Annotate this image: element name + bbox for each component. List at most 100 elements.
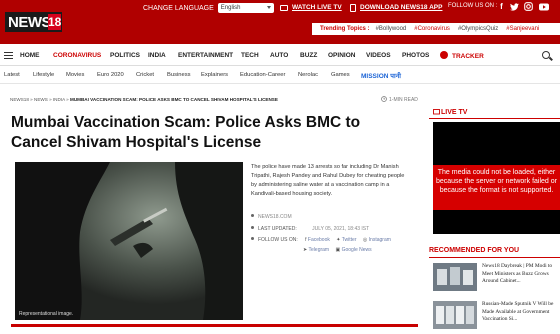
news18-logo[interactable]: NEWS 18 bbox=[5, 12, 62, 32]
live-tv-underline bbox=[429, 118, 560, 119]
bullet-icon bbox=[251, 237, 254, 240]
instagram-icon[interactable] bbox=[523, 1, 534, 12]
facebook-icon: f bbox=[305, 237, 307, 243]
last-updated-label: LAST UPDATED: bbox=[258, 226, 297, 232]
tracker-icon bbox=[440, 51, 448, 59]
subnav-item[interactable]: Business bbox=[167, 72, 191, 78]
recommended-title: News18 Daybreak | PM Modi to Meet Minist… bbox=[482, 263, 553, 284]
nav-item-photos[interactable]: PHOTOS bbox=[402, 52, 429, 59]
change-language-label: CHANGE LANGUAGE bbox=[143, 4, 214, 12]
share-telegram-link[interactable]: Telegram bbox=[309, 247, 330, 253]
share-twitter-link[interactable]: Twitter bbox=[342, 237, 357, 243]
share-instagram-link[interactable]: Instagram bbox=[369, 237, 391, 243]
youtube-icon[interactable] bbox=[538, 1, 549, 12]
download-app-button[interactable]: DOWNLOAD NEWS18 APP bbox=[350, 3, 442, 12]
nav-item-opinion[interactable]: OPINION bbox=[328, 52, 355, 59]
sub-nav: Latest Lifestyle Movies Euro 2020 Cricke… bbox=[0, 68, 560, 84]
read-time-label: 1-MIN READ bbox=[389, 97, 418, 103]
recommended-thumbnail bbox=[433, 263, 477, 291]
facebook-icon[interactable]: f bbox=[496, 1, 507, 12]
meta-follow-row-2: ➤ Telegram ▣ Google News bbox=[303, 247, 377, 253]
recommended-item[interactable]: Russian-Made Sputnik V Will be Made Avai… bbox=[433, 301, 560, 331]
twitter-icon: ✦ bbox=[336, 237, 341, 243]
trending-topics-bar: Trending Topics : #Bollywood #Coronaviru… bbox=[312, 23, 560, 35]
language-select[interactable]: English bbox=[217, 3, 274, 13]
mission-paani-link[interactable]: MISSION पानी bbox=[361, 71, 401, 80]
hamburger-menu-icon[interactable] bbox=[4, 52, 13, 59]
tv-icon bbox=[280, 4, 288, 11]
logo-number: 18 bbox=[48, 14, 62, 30]
share-facebook-link[interactable]: Facebook bbox=[308, 237, 330, 243]
meta-source-row: NEWS18.COM bbox=[251, 214, 292, 220]
subnav-item[interactable]: Nerolac bbox=[298, 72, 318, 78]
trending-topic[interactable]: #OlympicsQuiz bbox=[458, 26, 498, 32]
breadcrumb-item[interactable]: NEWS bbox=[34, 97, 48, 102]
last-updated-value: JULY 05, 2021, 18:43 IST bbox=[312, 226, 370, 232]
recommended-item[interactable]: News18 Daybreak | PM Modi to Meet Minist… bbox=[433, 263, 560, 293]
breadcrumb-item[interactable]: INDIA bbox=[53, 97, 65, 102]
language-bar: CHANGE LANGUAGE English bbox=[143, 2, 274, 14]
bullet-icon bbox=[251, 214, 254, 217]
video-error-message: The media could not be loaded, either be… bbox=[433, 165, 560, 210]
nav-item-tech[interactable]: TECH bbox=[241, 52, 259, 59]
subnav-item[interactable]: Lifestyle bbox=[33, 72, 54, 78]
meta-follow-row: FOLLOW US ON: f Facebook ✦ Twitter ◎ Ins… bbox=[251, 237, 396, 243]
trending-topic[interactable]: #Sanjeevani bbox=[506, 26, 539, 32]
article-divider bbox=[11, 324, 418, 327]
breadcrumb-current: MUMBAI VACCINATION SCAM: POLICE ASKS BMC… bbox=[70, 97, 278, 102]
nav-item-videos[interactable]: VIDEOS bbox=[366, 52, 391, 59]
subnav-item[interactable]: Euro 2020 bbox=[97, 72, 124, 78]
nav-item-buzz[interactable]: BUZZ bbox=[300, 52, 317, 59]
article-title: Mumbai Vaccination Scam: Police Asks BMC… bbox=[11, 114, 361, 151]
google-news-icon: ▣ bbox=[335, 247, 341, 253]
read-time: 1-MIN READ bbox=[381, 96, 418, 103]
article-hero-image: Representational image. bbox=[15, 162, 243, 320]
main-nav: HOME CORONAVIRUS POLITICS INDIA ENTERTAI… bbox=[0, 46, 560, 66]
subnav-item[interactable]: Cricket bbox=[136, 72, 154, 78]
live-tv-player[interactable]: The media could not be loaded, either be… bbox=[433, 122, 560, 234]
recommended-heading: RECOMMENDED FOR YOU bbox=[429, 247, 520, 254]
clock-icon bbox=[381, 96, 387, 102]
breadcrumb-item[interactable]: NEWS18 bbox=[10, 97, 29, 102]
trending-topic[interactable]: #Bollywood bbox=[376, 26, 407, 32]
subnav-item[interactable]: Movies bbox=[66, 72, 84, 78]
trending-label: Trending Topics : bbox=[320, 26, 370, 32]
watch-live-tv-label: WATCH LIVE TV bbox=[292, 4, 342, 11]
follow-us-on-label: FOLLOW US ON: bbox=[258, 237, 298, 243]
meta-updated-row: LAST UPDATED: JULY 05, 2021, 18:43 IST bbox=[251, 226, 369, 232]
telegram-icon: ➤ bbox=[303, 247, 308, 253]
nav-item-home[interactable]: HOME bbox=[20, 52, 40, 59]
nav-item-entertainment[interactable]: ENTERTAINMENT bbox=[178, 52, 233, 59]
subnav-item[interactable]: Education-Career bbox=[240, 72, 285, 78]
phone-icon bbox=[350, 3, 356, 12]
logo-text: NEWS bbox=[8, 14, 52, 31]
watch-live-tv-button[interactable]: WATCH LIVE TV bbox=[280, 3, 342, 12]
bullet-icon bbox=[251, 226, 254, 229]
nav-item-coronavirus[interactable]: CORONAVIRUS bbox=[53, 52, 101, 59]
twitter-icon[interactable] bbox=[509, 1, 520, 12]
search-icon[interactable] bbox=[542, 51, 550, 59]
trending-topic[interactable]: #Coronavirus bbox=[414, 26, 450, 32]
tracker-label: TRACKER bbox=[452, 53, 484, 60]
tv-icon bbox=[433, 109, 440, 115]
subnav-item[interactable]: Explainers bbox=[201, 72, 228, 78]
subnav-item[interactable]: Latest bbox=[4, 72, 20, 78]
nav-item-auto[interactable]: AUTO bbox=[270, 52, 288, 59]
vaccination-photo bbox=[15, 162, 243, 320]
live-tv-label: LIVE TV bbox=[441, 109, 468, 116]
top-header: NEWS 18 CHANGE LANGUAGE English WATCH LI… bbox=[0, 0, 560, 44]
subnav-item[interactable]: Games bbox=[331, 72, 350, 78]
download-app-label: DOWNLOAD NEWS18 APP bbox=[360, 4, 443, 11]
breadcrumb: NEWS18 » NEWS » INDIA » MUMBAI VACCINATI… bbox=[10, 97, 278, 102]
tracker-link[interactable]: TRACKER bbox=[440, 51, 484, 60]
image-caption: Representational image. bbox=[19, 311, 74, 317]
nav-item-india[interactable]: INDIA bbox=[148, 52, 166, 59]
recommended-title: Russian-Made Sputnik V Will be Made Avai… bbox=[482, 301, 554, 322]
instagram-icon: ◎ bbox=[362, 237, 368, 243]
nav-item-politics[interactable]: POLITICS bbox=[110, 52, 140, 59]
share-google-news-link[interactable]: Google News bbox=[342, 247, 372, 253]
recommended-underline bbox=[429, 257, 560, 258]
recommended-thumbnail bbox=[433, 301, 477, 329]
article-source[interactable]: NEWS18.COM bbox=[258, 214, 292, 220]
follow-us-label: FOLLOW US ON : bbox=[448, 3, 498, 9]
